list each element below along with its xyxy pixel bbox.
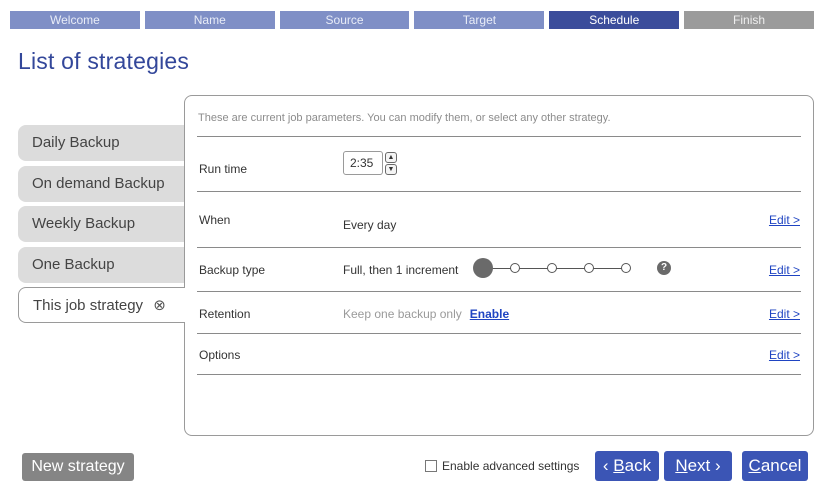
slider-stop[interactable] xyxy=(621,263,631,273)
strategy-tab-label: Daily Backup xyxy=(32,134,120,151)
slider-stop[interactable] xyxy=(584,263,594,273)
step-source[interactable]: Source xyxy=(279,11,410,29)
divider xyxy=(197,136,801,137)
when-value: Every day xyxy=(343,218,397,232)
wizard-steps: Welcome Name Source Target Schedule Fini… xyxy=(10,11,814,29)
increment-icon[interactable]: ▲ xyxy=(385,151,397,163)
next-label-rest: ext xyxy=(687,456,711,475)
new-strategy-button[interactable]: New strategy xyxy=(22,453,134,481)
strategy-tab-label: One Backup xyxy=(32,256,115,273)
slider-knob[interactable] xyxy=(473,258,493,278)
step-finish[interactable]: Finish xyxy=(684,11,814,29)
divider xyxy=(197,333,801,334)
strategy-details-panel: These are current job parameters. You ca… xyxy=(184,95,814,436)
panel-hint: These are current job parameters. You ca… xyxy=(198,112,611,124)
divider xyxy=(197,374,801,375)
back-button[interactable]: ‹ Back xyxy=(595,451,659,481)
retention-label: Retention xyxy=(199,307,251,321)
page-title: List of strategies xyxy=(18,48,190,74)
when-edit-link[interactable]: Edit > xyxy=(769,213,800,227)
step-name[interactable]: Name xyxy=(144,11,275,29)
retention-value-group: Keep one backup only Enable xyxy=(343,307,509,321)
step-target[interactable]: Target xyxy=(414,11,545,29)
run-time-label: Run time xyxy=(199,162,248,176)
run-time-stepper[interactable]: 2:35 ▲ ▼ xyxy=(343,151,399,175)
backup-type-label: Backup type xyxy=(199,263,266,277)
next-button[interactable]: Next › xyxy=(664,451,732,481)
step-schedule[interactable]: Schedule xyxy=(549,11,680,29)
strategy-tab-label: Weekly Backup xyxy=(32,215,136,232)
advanced-settings-label: Enable advanced settings xyxy=(442,459,580,473)
strategy-tab-this-job[interactable]: This job strategy ⊗ xyxy=(18,287,185,323)
retention-value: Keep one backup only xyxy=(343,307,462,321)
slider-stop[interactable] xyxy=(547,263,557,273)
strategy-tab-label: This job strategy xyxy=(33,297,144,314)
strategy-tab-weekly-backup[interactable]: Weekly Backup xyxy=(18,206,186,242)
help-icon[interactable]: ? xyxy=(657,261,671,275)
advanced-settings-toggle[interactable]: Enable advanced settings xyxy=(425,459,579,473)
back-label-key: B xyxy=(613,456,625,475)
strategy-tab-one-backup[interactable]: One Backup xyxy=(18,247,186,283)
next-arrow-icon: › xyxy=(715,456,721,475)
divider xyxy=(197,191,801,192)
decrement-icon[interactable]: ▼ xyxy=(385,163,397,175)
retention-edit-link[interactable]: Edit > xyxy=(769,307,800,321)
backup-type-value: Full, then 1 increment xyxy=(343,263,459,277)
back-label-rest: ack xyxy=(624,456,652,475)
cancel-label-key: C xyxy=(748,456,761,475)
divider xyxy=(197,247,801,248)
run-time-input[interactable]: 2:35 xyxy=(343,151,383,175)
close-icon[interactable]: ⊗ xyxy=(153,297,166,314)
backup-type-edit-link[interactable]: Edit > xyxy=(769,263,800,277)
strategy-tab-label: On demand Backup xyxy=(32,175,165,192)
next-label-key: N xyxy=(675,456,688,475)
cancel-label-rest: ancel xyxy=(760,456,802,475)
when-label: When xyxy=(199,213,231,227)
options-edit-link[interactable]: Edit > xyxy=(769,348,800,362)
advanced-settings-checkbox[interactable] xyxy=(425,460,437,472)
strategy-tab-daily-backup[interactable]: Daily Backup xyxy=(18,125,186,161)
slider-stop[interactable] xyxy=(510,263,520,273)
divider xyxy=(197,291,801,292)
increments-slider[interactable] xyxy=(473,258,633,278)
strategy-tab-on-demand-backup[interactable]: On demand Backup xyxy=(18,166,186,202)
step-welcome[interactable]: Welcome xyxy=(10,11,140,29)
retention-enable-link[interactable]: Enable xyxy=(470,307,509,321)
options-label: Options xyxy=(199,348,241,362)
cancel-button[interactable]: Cancel xyxy=(742,451,808,481)
back-arrow-icon: ‹ xyxy=(602,456,609,475)
